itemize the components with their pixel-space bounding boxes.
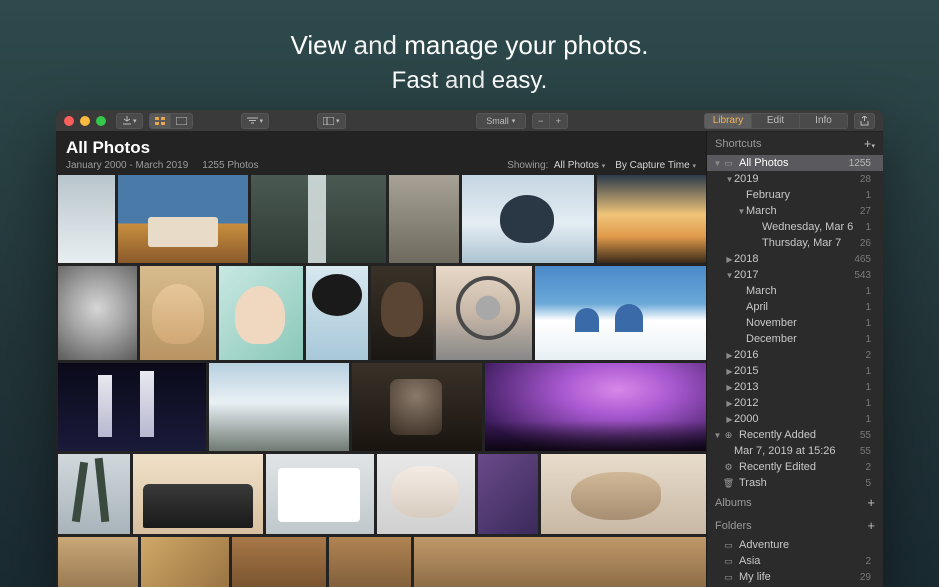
sidebar-item-date[interactable]: Thursday, Mar 726 xyxy=(707,235,883,251)
sidebar-item-date[interactable]: February1 xyxy=(707,187,883,203)
sidebar-item-all-photos[interactable]: ▼▭ All Photos1255 xyxy=(707,155,883,171)
sidebar: Shortcuts +▾ ▼▭ All Photos1255 ▼201928Fe… xyxy=(706,132,883,587)
zoom-in-button[interactable]: + xyxy=(550,113,568,129)
tab-edit[interactable]: Edit xyxy=(752,113,800,129)
photo-thumbnail[interactable] xyxy=(133,454,263,534)
toolbar: ▾ ▾ ▾ Small ▾ − + Library Edit Info xyxy=(56,110,883,132)
photo-grid[interactable] xyxy=(56,175,706,587)
photo-thumbnail[interactable] xyxy=(58,537,138,587)
photo-thumbnail[interactable] xyxy=(462,175,594,263)
sidebar-item-date[interactable]: ▶20151 xyxy=(707,363,883,379)
photo-thumbnail[interactable] xyxy=(266,454,374,534)
single-view-button[interactable] xyxy=(171,113,193,129)
sidebar-item-folder[interactable]: ▭Asia2 xyxy=(707,553,883,569)
photo-thumbnail[interactable] xyxy=(219,266,303,360)
stack-icon: ▭ xyxy=(722,158,735,169)
albums-header: Albums+ xyxy=(707,491,883,514)
close-icon[interactable] xyxy=(64,116,74,126)
sidebar-item-recently-edited[interactable]: ⚙ Recently Edited2 xyxy=(707,459,883,475)
photo-thumbnail[interactable] xyxy=(140,266,216,360)
photo-thumbnail[interactable] xyxy=(141,537,229,587)
photo-thumbnail[interactable] xyxy=(597,175,706,263)
grid-view-button[interactable] xyxy=(149,113,171,129)
window-controls xyxy=(64,116,106,126)
trash-icon: 🗑 xyxy=(722,478,735,489)
minimize-icon[interactable] xyxy=(80,116,90,126)
sidebar-item-date[interactable]: ▼2017543 xyxy=(707,267,883,283)
photo-thumbnail[interactable] xyxy=(535,266,706,360)
clock-plus-icon: ⊕ xyxy=(722,430,735,441)
photo-thumbnail[interactable] xyxy=(232,537,326,587)
photo-thumbnail[interactable] xyxy=(329,537,411,587)
fullscreen-icon[interactable] xyxy=(96,116,106,126)
zoom-out-button[interactable]: − xyxy=(532,113,550,129)
sidebar-item-date[interactable]: ▼201928 xyxy=(707,171,883,187)
folder-icon: ▭ xyxy=(722,556,735,567)
sliders-icon: ⚙ xyxy=(722,462,735,473)
photo-thumbnail[interactable] xyxy=(414,537,706,587)
photo-thumbnail[interactable] xyxy=(485,363,706,451)
photo-thumbnail[interactable] xyxy=(58,175,115,263)
photo-thumbnail[interactable] xyxy=(541,454,706,534)
sort-select[interactable]: By Capture Time ▾ xyxy=(615,160,696,171)
thumbnail-size-select[interactable]: Small ▾ xyxy=(476,113,526,129)
sidebar-item-date[interactable]: April1 xyxy=(707,299,883,315)
folder-icon: ▭ xyxy=(722,572,735,583)
photo-thumbnail[interactable] xyxy=(478,454,538,534)
photo-thumbnail[interactable] xyxy=(371,266,433,360)
sidebar-item-date[interactable]: November1 xyxy=(707,315,883,331)
share-button[interactable] xyxy=(854,113,875,129)
photo-thumbnail[interactable] xyxy=(389,175,459,263)
photo-thumbnail[interactable] xyxy=(436,266,532,360)
photo-thumbnail[interactable] xyxy=(58,266,137,360)
sidebar-item-date[interactable]: ▶20131 xyxy=(707,379,883,395)
sidebar-item-folder[interactable]: ▭My life29 xyxy=(707,569,883,585)
folder-icon: ▭ xyxy=(722,540,735,551)
filter-button[interactable]: ▾ xyxy=(241,113,270,129)
tab-library[interactable]: Library xyxy=(704,113,752,129)
sidebar-item-date[interactable]: ▼March27 xyxy=(707,203,883,219)
date-range: January 2000 - March 2019 xyxy=(66,160,188,171)
page-title: All Photos xyxy=(66,138,696,158)
add-folder-button[interactable]: + xyxy=(867,518,875,533)
hero-banner: View and manage your photos. Fast and ea… xyxy=(0,0,939,117)
sidebar-item-folder[interactable]: ▭Adventure xyxy=(707,537,883,553)
panel-tabs: Library Edit Info xyxy=(704,113,848,129)
content-header: All Photos January 2000 - March 2019 125… xyxy=(56,132,706,175)
sidebar-item-recently-added[interactable]: ▼⊕ Recently Added55 xyxy=(707,427,883,443)
import-button[interactable]: ▾ xyxy=(116,113,143,129)
photo-thumbnail[interactable] xyxy=(306,266,368,360)
photo-thumbnail[interactable] xyxy=(58,363,206,451)
photo-thumbnail[interactable] xyxy=(352,363,482,451)
photo-thumbnail[interactable] xyxy=(118,175,248,263)
app-window: ▾ ▾ ▾ Small ▾ − + Library Edit Info All … xyxy=(56,110,883,587)
photo-thumbnail[interactable] xyxy=(58,454,130,534)
sidebar-item-date[interactable]: ▶20001 xyxy=(707,411,883,427)
sidebar-item-trash[interactable]: 🗑 Trash5 xyxy=(707,475,883,491)
add-shortcut-button[interactable]: +▾ xyxy=(864,136,875,151)
add-album-button[interactable]: + xyxy=(867,495,875,510)
sidebar-item-date[interactable]: ▶20162 xyxy=(707,347,883,363)
photo-count: 1255 Photos xyxy=(202,160,258,171)
photo-thumbnail[interactable] xyxy=(209,363,349,451)
sidebar-item-date[interactable]: Wednesday, Mar 61 xyxy=(707,219,883,235)
sidebar-item-date[interactable]: March1 xyxy=(707,283,883,299)
layout-button[interactable]: ▾ xyxy=(317,113,346,129)
sidebar-item-date[interactable]: December1 xyxy=(707,331,883,347)
photo-thumbnail[interactable] xyxy=(251,175,386,263)
sidebar-item-recent-date[interactable]: Mar 7, 2019 at 15:2655 xyxy=(707,443,883,459)
hero-line1: View and manage your photos. xyxy=(0,30,939,61)
tab-info[interactable]: Info xyxy=(800,113,848,129)
hero-line2: Fast and easy. xyxy=(0,67,939,95)
main-area: All Photos January 2000 - March 2019 125… xyxy=(56,132,706,587)
showing-filter[interactable]: Showing: All Photos ▾ xyxy=(507,160,605,171)
folders-header: Folders+ xyxy=(707,514,883,537)
sidebar-item-date[interactable]: ▶20121 xyxy=(707,395,883,411)
photo-thumbnail[interactable] xyxy=(377,454,475,534)
shortcuts-header: Shortcuts +▾ xyxy=(707,132,883,155)
sidebar-item-date[interactable]: ▶2018465 xyxy=(707,251,883,267)
